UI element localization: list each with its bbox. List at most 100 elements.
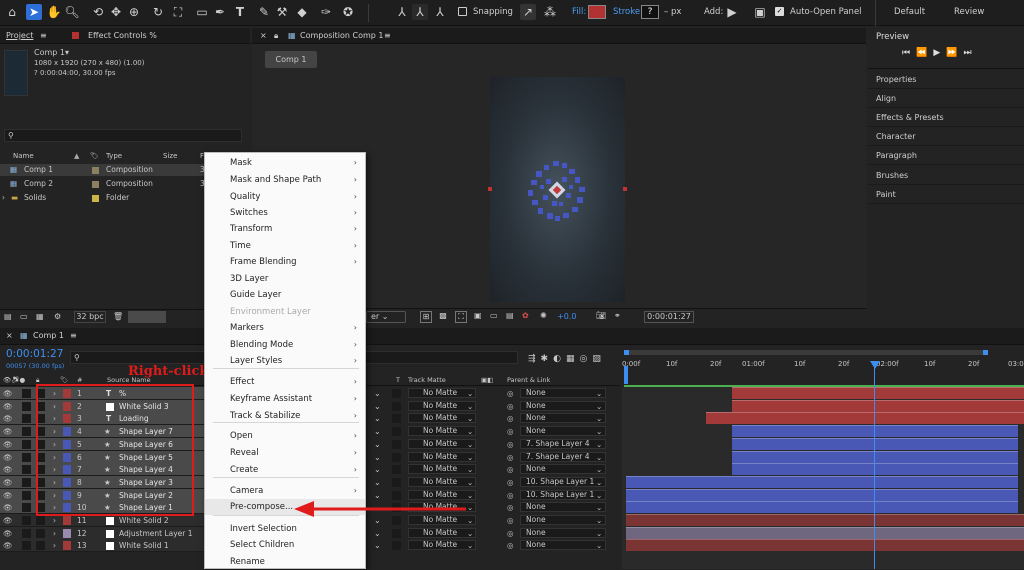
chevron-down-icon[interactable]: ⌄ [596, 400, 602, 413]
col-name[interactable]: Name [13, 150, 34, 162]
audio-toggle[interactable] [22, 439, 31, 449]
new-folder-icon[interactable]: ▭ [20, 312, 28, 321]
eye-icon[interactable]: 👁︎ [3, 539, 13, 552]
track-matte-dropdown[interactable]: No Matte [408, 540, 476, 551]
close-icon[interactable]: × [6, 331, 13, 340]
switch-box[interactable] [392, 427, 401, 437]
parent-dropdown[interactable]: None [520, 502, 606, 513]
pan-tool-icon[interactable]: ✥ [108, 4, 124, 20]
new-comp-icon[interactable]: ▦ [36, 312, 44, 321]
eye-icon[interactable]: 👁︎ [3, 412, 13, 425]
audio-toggle[interactable] [22, 490, 31, 500]
shy-icon[interactable]: ◐ [553, 354, 566, 364]
chevron-down-icon[interactable]: ⌄ [374, 438, 381, 451]
comp-name[interactable]: Comp 1▾ [34, 48, 69, 57]
preview-title[interactable]: Preview [876, 32, 909, 42]
menu-item[interactable]: Create › [205, 462, 365, 478]
eye-icon[interactable]: 👁︎ [3, 527, 13, 540]
color-picker-icon[interactable]: ✿ [522, 311, 529, 320]
menu-item[interactable]: Camera › [205, 483, 365, 499]
layer-duration-bar[interactable] [626, 488, 1018, 501]
pick-whip-icon[interactable]: ◎ [507, 400, 514, 413]
audio-toggle[interactable] [22, 427, 31, 437]
motion-blur-icon[interactable]: ◎ [579, 354, 592, 364]
fill-swatch[interactable] [588, 5, 606, 19]
audio-toggle[interactable] [22, 414, 31, 424]
eye-icon[interactable]: 👁︎ [3, 438, 13, 451]
switch-box[interactable] [392, 528, 401, 538]
switch-box[interactable] [392, 439, 401, 449]
eye-icon[interactable]: 👁︎ [3, 463, 13, 476]
menu-item[interactable]: Quality › [205, 189, 365, 205]
chevron-down-icon[interactable]: ⌄ [467, 438, 473, 451]
chevron-down-icon[interactable]: ⌄ [596, 451, 602, 464]
panel-character[interactable]: Character [868, 127, 1024, 146]
comp-canvas[interactable] [490, 77, 625, 302]
chevron-right-icon[interactable]: › [53, 539, 56, 552]
chevron-down-icon[interactable]: ⌄ [596, 387, 602, 400]
roto-brush-icon[interactable]: ✑ [318, 4, 334, 20]
home-icon[interactable]: ⌂ [4, 4, 20, 20]
panel-paragraph[interactable]: Paragraph [868, 146, 1024, 165]
dolly-tool-icon[interactable]: ⊕ [126, 4, 142, 20]
col-track-matte[interactable]: Track Matte [408, 375, 446, 386]
track-matte-dropdown[interactable]: No Matte [408, 464, 476, 475]
panel-paint[interactable]: Paint [868, 185, 1024, 204]
pick-whip-icon[interactable]: ◎ [507, 463, 514, 476]
switch-box[interactable] [392, 414, 401, 424]
layer-duration-bar[interactable] [626, 475, 1018, 488]
chevron-down-icon[interactable]: ⌄ [467, 527, 473, 540]
sort-icon[interactable]: ▲ [74, 150, 79, 162]
layer-duration-bar[interactable] [732, 425, 1018, 438]
axis-view-icon[interactable]: ⅄ [432, 4, 448, 20]
menu-item[interactable]: Frame Blending › [205, 254, 365, 270]
chevron-down-icon[interactable]: ⌄ [467, 476, 473, 489]
chevron-down-icon[interactable]: ⌄ [374, 539, 381, 552]
menu-item[interactable]: Blending Mode › [205, 337, 365, 353]
menu-item[interactable]: Select Children [205, 537, 365, 553]
exposure-icon[interactable]: ✺ [540, 311, 547, 320]
parent-dropdown[interactable]: 10. Shape Layer 1 [520, 489, 606, 500]
puppet-pin-icon[interactable]: ✪ [340, 4, 356, 20]
snap-icon[interactable]: ↗ [520, 4, 536, 20]
menu-item[interactable]: Transform › [205, 221, 365, 237]
switch-box[interactable] [392, 389, 401, 398]
lock-icon[interactable]: 🔒︎ [274, 31, 278, 41]
parent-dropdown[interactable]: None [520, 426, 606, 437]
hand-tool-icon[interactable]: ✋ [46, 4, 62, 20]
av-features-icon[interactable]: 👁︎🔊︎● [3, 375, 25, 386]
draft-3d-icon[interactable]: ✱ [541, 354, 554, 364]
track-matte-dropdown[interactable]: No Matte [408, 451, 476, 462]
stroke-width[interactable]: – px [664, 7, 681, 17]
pick-whip-icon[interactable]: ◎ [507, 514, 514, 527]
menu-icon[interactable]: ≡ [70, 331, 77, 340]
audio-toggle[interactable] [22, 541, 31, 551]
prev-frame-icon[interactable]: ⏪ [916, 48, 933, 58]
tab-project[interactable]: Project [6, 31, 33, 40]
pick-whip-icon[interactable]: ◎ [507, 425, 514, 438]
menu-item[interactable]: Markers › [205, 320, 365, 336]
nav-start-handle[interactable] [624, 350, 629, 355]
panel-brushes[interactable]: Brushes [868, 166, 1024, 185]
tab-composition[interactable]: Composition Comp 1 [300, 31, 384, 40]
zoom-tool-icon[interactable]: 🔍︎ [64, 4, 80, 20]
pick-whip-icon[interactable]: ◎ [507, 451, 514, 464]
project-search-input[interactable]: ⚲ [4, 129, 242, 142]
comp-flowchart-icon[interactable]: ⇶ [528, 354, 541, 364]
layer-name[interactable]: White Solid 1 [119, 539, 169, 552]
auto-open-checkbox[interactable]: ✓ [775, 7, 784, 16]
menu-item[interactable]: Switches › [205, 205, 365, 221]
chevron-down-icon[interactable]: ⌄ [596, 514, 602, 527]
menu-item[interactable]: 3D Layer [205, 271, 365, 287]
track-matte-dropdown[interactable]: No Matte [408, 527, 476, 538]
menu-item[interactable]: Keyframe Assistant › [205, 391, 365, 407]
chevron-down-icon[interactable]: ⌄ [467, 463, 473, 476]
parent-dropdown[interactable]: None [520, 540, 606, 551]
switch-box[interactable] [392, 477, 401, 487]
orbit-tool-icon[interactable]: ⟲ [90, 4, 106, 20]
audio-toggle[interactable] [22, 516, 31, 525]
track-matte-dropdown[interactable]: No Matte [408, 438, 476, 449]
frame-blend-icon[interactable]: ▦ [566, 354, 580, 364]
chevron-down-icon[interactable]: ⌄ [596, 463, 602, 476]
chevron-down-icon[interactable]: ⌄ [467, 451, 473, 464]
